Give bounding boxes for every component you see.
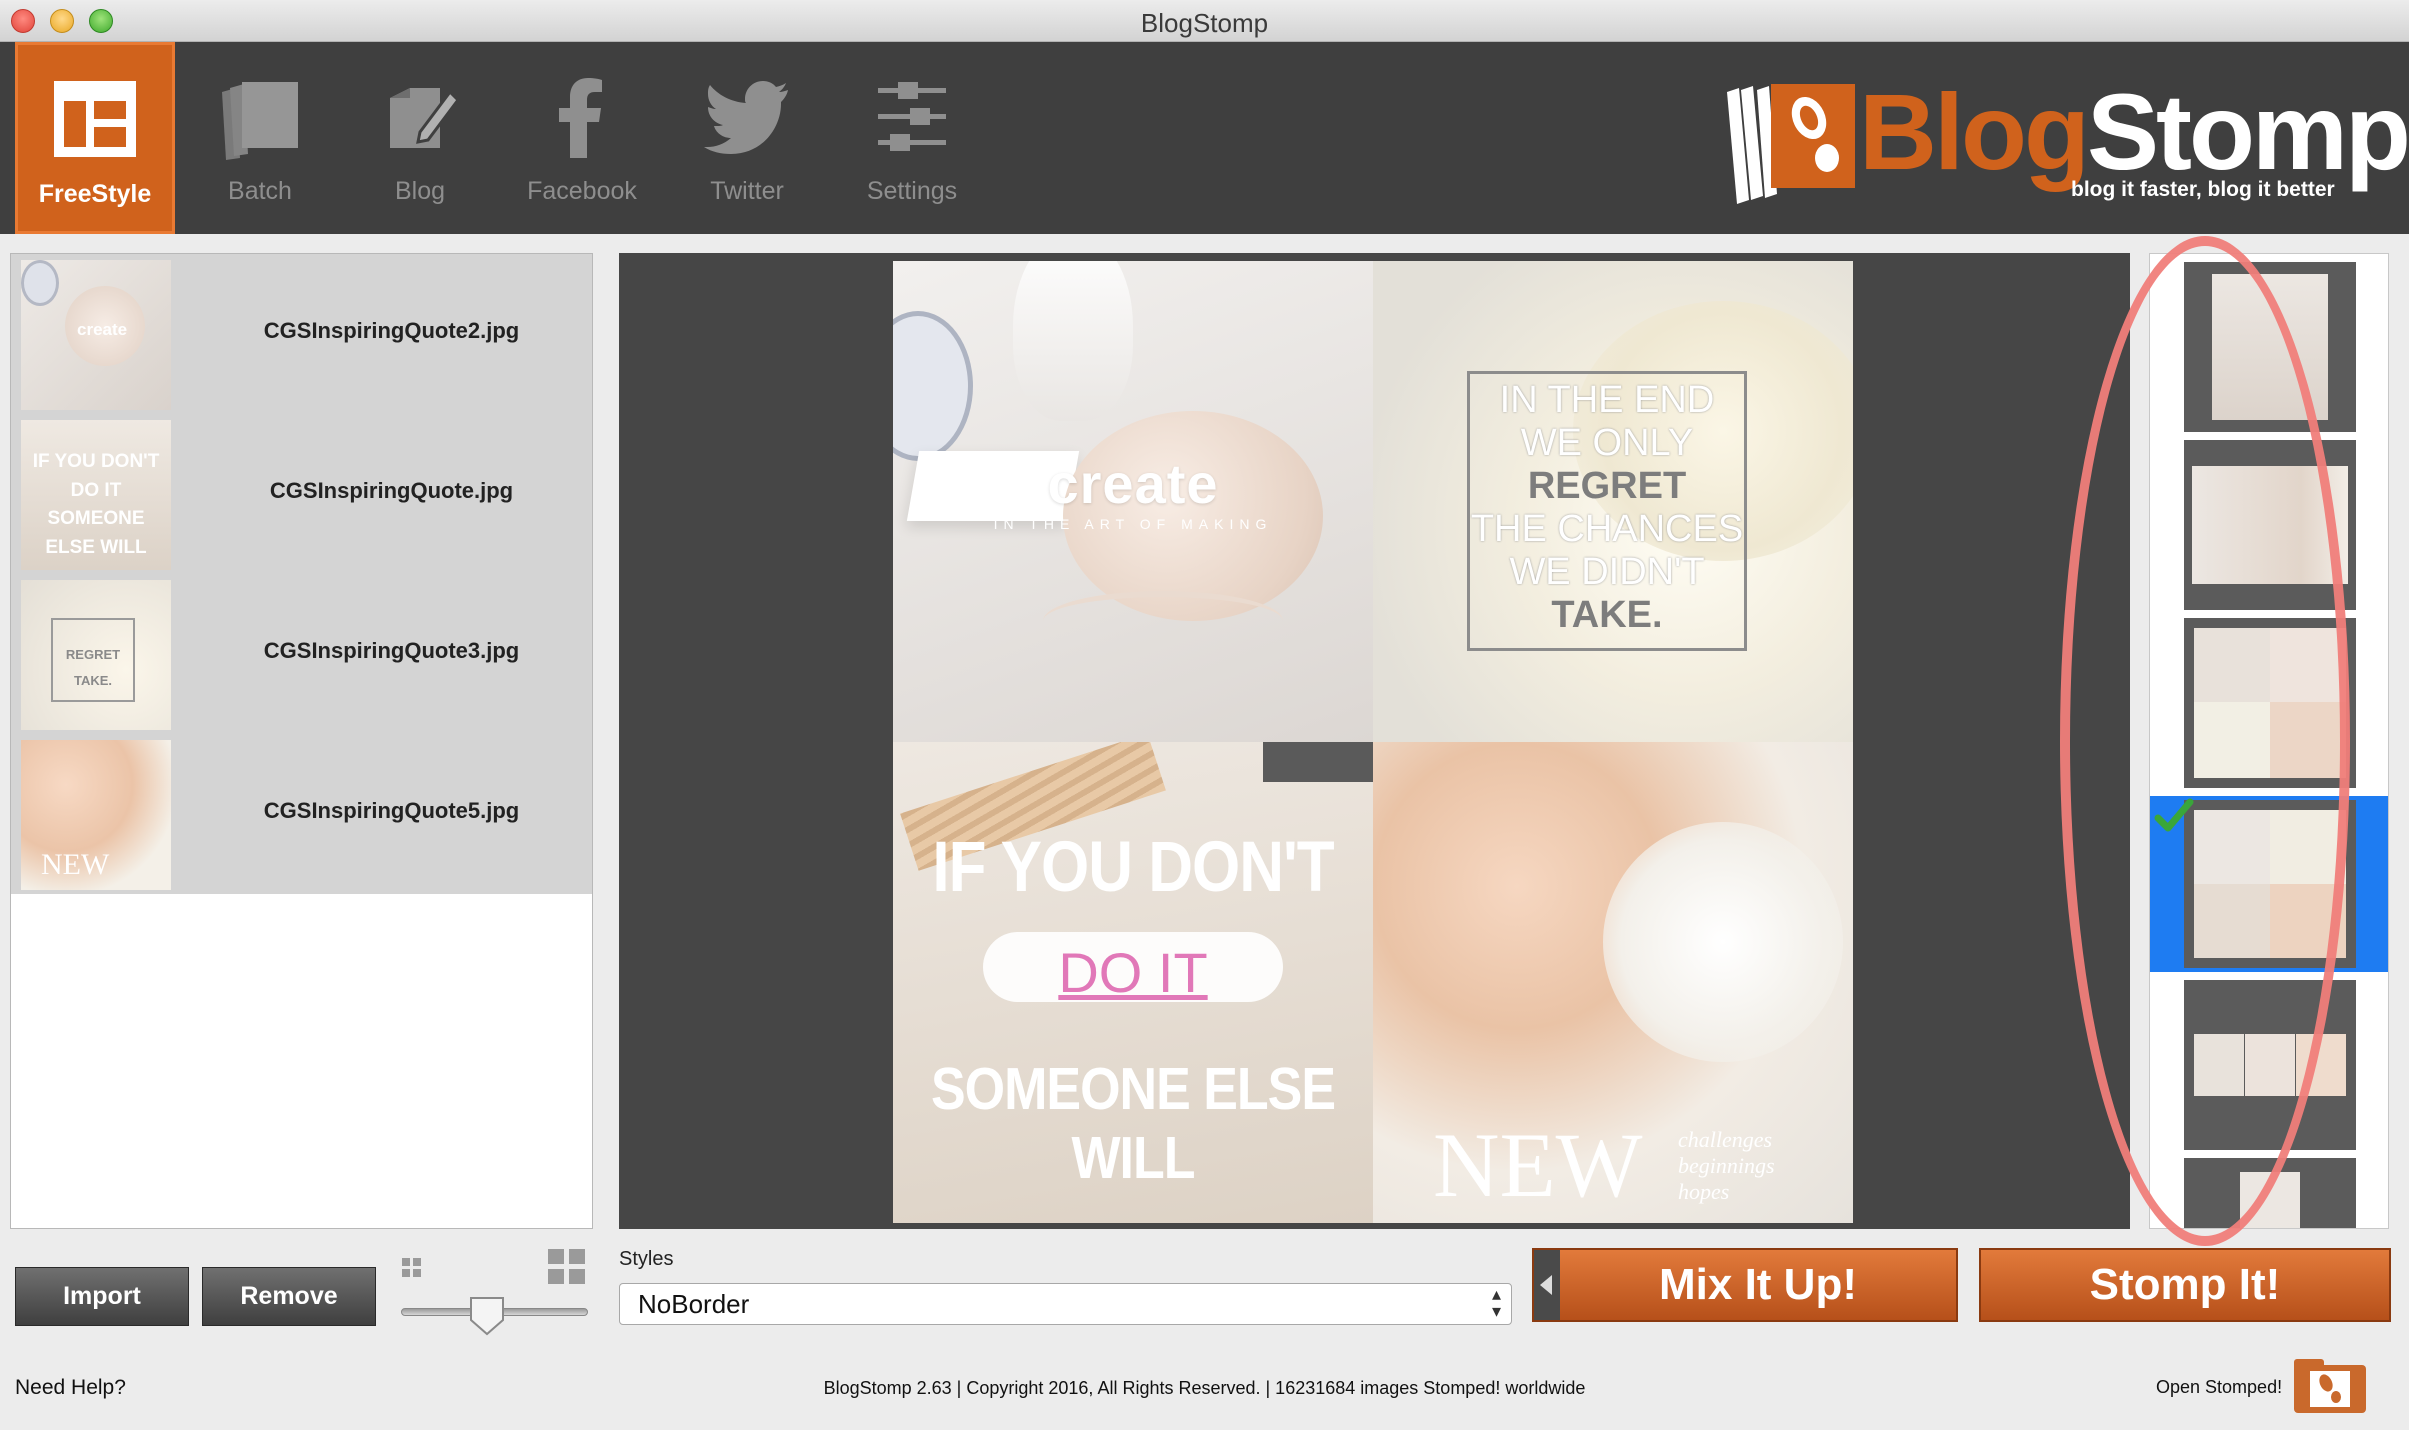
file-list-item[interactable]: create CGSInspiringQuote2.jpg — [11, 254, 592, 414]
file-name: CGSInspiringQuote3.jpg — [263, 638, 520, 663]
layout-option[interactable] — [2184, 980, 2356, 1150]
remove-button[interactable]: Remove — [202, 1267, 376, 1326]
tile-quote: IN THE END WE ONLY REGRET THE CHANCES WE… — [1467, 379, 1747, 637]
collage-tile[interactable]: IF YOU DON'T DO IT SOMEONE ELSE WILL — [893, 742, 1373, 1223]
blogstomp-logo: BlogStomp blog it faster, blog it better — [1719, 78, 2409, 208]
tool-label: Settings — [866, 177, 958, 205]
layout-option[interactable] — [2184, 262, 2356, 432]
quote-line: WE ONLY — [1520, 422, 1694, 464]
styles-select[interactable]: NoBorder ▴ ▾ — [619, 1283, 1512, 1325]
tool-facebook[interactable]: Facebook — [512, 42, 652, 234]
thumb-caption: REGRET TAKE. — [65, 647, 121, 688]
tile-subword: challenges — [1678, 1127, 1773, 1152]
layout-option-selected[interactable] — [2150, 796, 2388, 972]
mix-it-up-button[interactable]: Mix It Up! — [1532, 1248, 1958, 1322]
file-name: CGSInspiringQuote.jpg — [269, 478, 514, 503]
file-list-item[interactable]: REGRET TAKE. CGSInspiringQuote3.jpg — [11, 574, 592, 734]
previous-layout-icon[interactable] — [1534, 1250, 1560, 1320]
tool-blog[interactable]: Blog — [350, 42, 490, 234]
tile-line: IF YOU DON'T — [932, 827, 1334, 908]
tile-word: NEW — [1433, 1114, 1643, 1216]
layout-option[interactable] — [2184, 618, 2356, 788]
tool-label: FreeStyle — [38, 180, 152, 208]
file-list-panel[interactable]: create CGSInspiringQuote2.jpg IF YOU DON… — [10, 253, 593, 1229]
tool-label: Twitter — [710, 177, 784, 205]
tile-word: create — [1047, 452, 1219, 515]
collage-tile[interactable]: IN THE END WE ONLY REGRET THE CHANCES WE… — [1373, 261, 1853, 742]
logo-word-blog: Blog — [1859, 71, 2090, 192]
thumb-caption: IF YOU DON'T DO IT SOMEONE ELSE WILL — [32, 451, 160, 558]
tool-label: Blog — [394, 177, 446, 205]
tile-line: DO IT — [1058, 941, 1208, 1004]
layout-option[interactable] — [2184, 1158, 2356, 1228]
tool-freestyle[interactable]: FreeStyle — [15, 42, 175, 234]
main-toolbar: FreeStyle Batch Blog Facebook Twitter Se… — [0, 42, 2409, 234]
blog-pencil-icon — [390, 88, 460, 148]
tool-twitter[interactable]: Twitter — [677, 42, 817, 234]
quote-line: WE DIDN'T — [1509, 551, 1705, 593]
logo-tagline: blog it faster, blog it better — [2071, 178, 2335, 201]
quote-line: REGRET — [1527, 465, 1687, 507]
file-thumbnail: create — [21, 260, 171, 410]
tool-batch[interactable]: Batch — [190, 42, 330, 234]
batch-stack-icon — [222, 82, 298, 160]
collage-preview[interactable]: create IN THE ART OF MAKING IN THE END W… — [893, 261, 1853, 1223]
quote-line: IN THE END — [1499, 379, 1715, 421]
open-stomped-label[interactable]: Open Stomped! — [2156, 1377, 2282, 1398]
collage-tile[interactable]: create IN THE ART OF MAKING — [893, 261, 1373, 742]
mix-it-up-label: Mix It Up! — [1659, 1260, 1857, 1309]
styles-label: Styles — [619, 1248, 674, 1270]
file-name: CGSInspiringQuote5.jpg — [263, 798, 520, 823]
large-thumbnails-icon — [548, 1249, 585, 1284]
stomp-it-button[interactable]: Stomp It! — [1979, 1248, 2391, 1322]
title-bar: BlogStomp — [0, 0, 2409, 42]
file-list-item[interactable]: IF YOU DON'T DO IT SOMEONE ELSE WILL CGS… — [11, 414, 592, 574]
twitter-bird-icon — [704, 81, 788, 154]
collage-tile[interactable]: NEW challenges beginnings hopes — [1373, 742, 1853, 1223]
tile-subword: beginnings — [1678, 1153, 1775, 1178]
small-thumbnails-icon — [402, 1258, 421, 1277]
select-arrows-icon: ▴ ▾ — [1491, 1284, 1501, 1321]
tile-subwords: challenges beginnings hopes — [1678, 1127, 1775, 1205]
logo-word-stomp: Stomp — [2086, 71, 2409, 192]
checkmark-icon — [2154, 798, 2194, 832]
thumb-caption: NEW — [41, 848, 110, 881]
slider-thumb[interactable] — [469, 1296, 505, 1336]
thumb-caption: create — [77, 320, 128, 339]
preview-canvas[interactable]: create IN THE ART OF MAKING IN THE END W… — [619, 253, 2130, 1229]
freestyle-layout-icon — [54, 81, 136, 157]
logo-wordmark: BlogStomp — [1859, 78, 2409, 186]
window-title: BlogStomp — [1140, 8, 1269, 38]
quote-line: TAKE. — [1551, 594, 1663, 636]
file-thumbnail: NEW — [21, 740, 171, 890]
file-list-item[interactable]: NEW CGSInspiringQuote5.jpg — [11, 734, 592, 894]
copyright-status: BlogStomp 2.63 | Copyright 2016, All Rig… — [823, 1378, 1586, 1398]
quote-line: THE CHANCES — [1470, 508, 1744, 550]
import-button[interactable]: Import — [15, 1267, 189, 1326]
logo-footprint-icon — [1727, 84, 1855, 204]
file-thumbnail: REGRET TAKE. — [21, 580, 171, 730]
tile-line: SOMEONE ELSE WILL — [930, 1056, 1336, 1192]
tile-subword: hopes — [1678, 1179, 1730, 1204]
tile-subtitle: IN THE ART OF MAKING — [993, 516, 1273, 532]
styles-selected-value: NoBorder — [638, 1289, 750, 1319]
file-thumbnail: IF YOU DON'T DO IT SOMEONE ELSE WILL — [21, 420, 171, 570]
layout-option[interactable] — [2184, 440, 2356, 610]
tool-label: Batch — [228, 177, 292, 205]
settings-sliders-icon — [878, 82, 946, 151]
file-name: CGSInspiringQuote2.jpg — [263, 318, 520, 343]
layout-picker[interactable] — [2149, 253, 2389, 1229]
facebook-icon — [559, 78, 602, 158]
tool-settings[interactable]: Settings — [842, 42, 982, 234]
tool-label: Facebook — [527, 177, 637, 205]
open-stomped-folder-icon[interactable] — [2290, 1355, 2370, 1415]
